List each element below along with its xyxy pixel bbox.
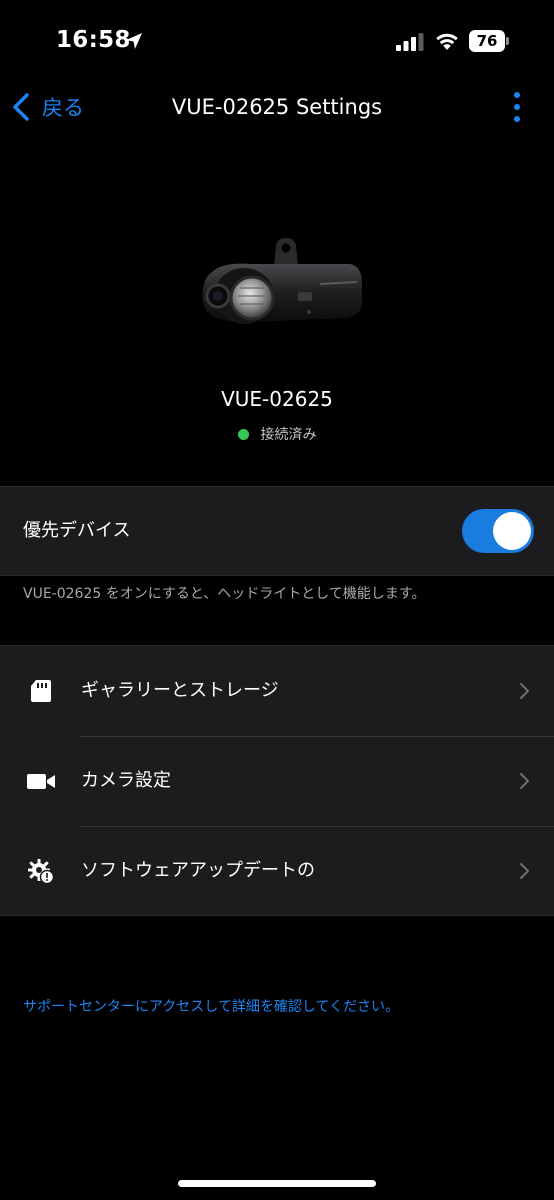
menu-item-camera-settings[interactable]: カメラ設定	[0, 736, 554, 826]
menu-item-label: カメラ設定	[81, 770, 171, 791]
cellular-signal-icon	[396, 33, 424, 51]
more-options-button[interactable]	[506, 90, 528, 124]
preferred-device-label: 優先デバイス	[23, 520, 131, 541]
battery-tip	[506, 37, 509, 45]
chevron-left-icon	[13, 93, 29, 121]
location-arrow-icon	[126, 33, 142, 49]
chevron-right-icon	[520, 863, 529, 879]
home-indicator[interactable]	[178, 1180, 376, 1187]
status-text: 接続済み	[260, 427, 317, 443]
menu-item-label: ギャラリーとストレージ	[81, 680, 279, 701]
more-dot-icon	[514, 104, 520, 110]
battery-indicator: 76	[469, 30, 509, 52]
connection-status: 接続済み	[0, 424, 554, 444]
preferred-device-toggle[interactable]	[462, 509, 534, 553]
status-dot-icon	[237, 428, 249, 440]
preferred-device-row: 優先デバイス	[0, 486, 554, 576]
chevron-right-icon	[520, 773, 529, 789]
menu-item-software-update[interactable]: ソフトウェアアップデートの	[0, 826, 554, 916]
device-name: VUE-02625	[221, 387, 333, 411]
toggle-knob	[493, 512, 531, 550]
status-time: 16:58	[56, 27, 131, 53]
support-center-link[interactable]: サポートセンターにアクセスして詳細を確認してください。	[23, 996, 399, 1016]
back-button[interactable]: 戻る	[10, 84, 84, 130]
gear-update-icon	[28, 859, 55, 884]
settings-screen: 16:58 76 VUE-02625 Settings 戻る VUE-02625…	[0, 0, 554, 1200]
more-dot-icon	[514, 116, 520, 122]
preferred-device-description: VUE-02625 をオンにすると、ヘッドライトとして機能します。	[23, 586, 426, 602]
bike-light-camera-image	[202, 238, 362, 324]
status-bar: 16:58 76	[0, 0, 554, 84]
more-dot-icon	[514, 92, 520, 98]
menu-item-gallery-storage[interactable]: ギャラリーとストレージ	[0, 646, 554, 736]
settings-menu-list: ギャラリーとストレージ カメラ設定 ソフトウェアアップデートの	[0, 645, 554, 916]
wifi-icon	[436, 33, 458, 50]
menu-item-label: ソフトウェアアップデートの	[81, 860, 315, 881]
chevron-right-icon	[520, 683, 529, 699]
video-camera-icon	[27, 774, 55, 789]
back-label: 戻る	[42, 96, 84, 120]
battery-level: 76	[469, 30, 505, 52]
navigation-bar: VUE-02625 Settings 戻る	[0, 84, 554, 130]
sd-card-icon	[31, 680, 51, 702]
